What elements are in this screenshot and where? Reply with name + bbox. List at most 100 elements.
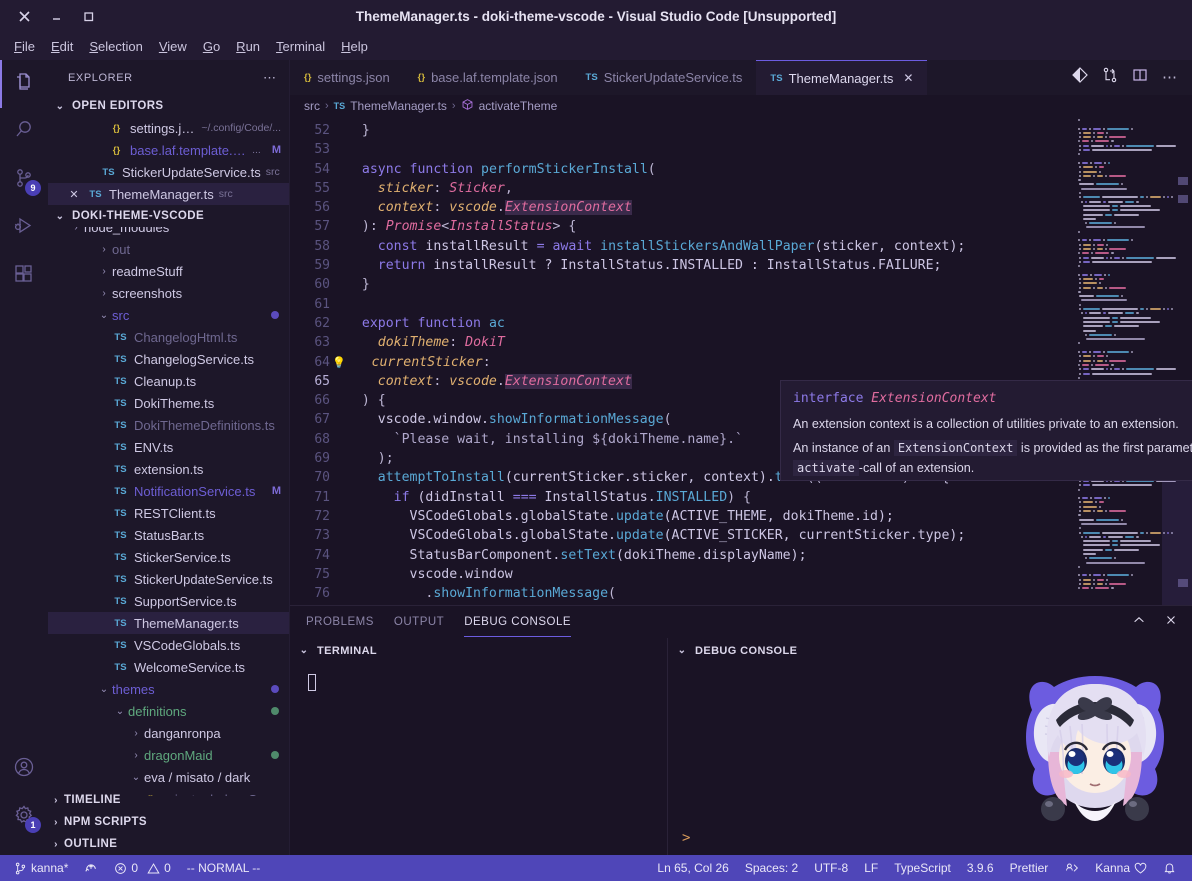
file-notificationservice-ts[interactable]: TS NotificationService.ts M bbox=[48, 480, 289, 502]
status-language-mode[interactable]: TypeScript bbox=[886, 855, 959, 881]
close-icon[interactable]: ✕ bbox=[903, 71, 913, 85]
menu-file[interactable]: File bbox=[7, 36, 42, 57]
file-restclient-ts[interactable]: TS RESTClient.ts bbox=[48, 502, 289, 524]
minimap[interactable] bbox=[1070, 117, 1192, 605]
tab-thememanager-ts[interactable]: TS ThemeManager.ts ✕ bbox=[756, 60, 927, 95]
status-git-branch[interactable]: kanna* bbox=[6, 855, 76, 881]
folder-themes[interactable]: ⌄ themes bbox=[48, 678, 289, 700]
folder-src[interactable]: ⌄ src bbox=[48, 304, 289, 326]
breadcrumb-src[interactable]: src bbox=[304, 99, 320, 113]
file-cleanup-ts[interactable]: TS Cleanup.ts bbox=[48, 370, 289, 392]
minimize-window-button[interactable] bbox=[40, 3, 72, 31]
diff-icon[interactable] bbox=[1072, 67, 1088, 88]
file-vscodeglobals-ts[interactable]: TS VSCodeGlobals.ts bbox=[48, 634, 289, 656]
tab-label: settings.json bbox=[317, 70, 389, 85]
code-line: 53 bbox=[290, 140, 965, 159]
section-outline[interactable]: › OUTLINE bbox=[48, 833, 290, 855]
file-dokithemedefinitions-ts[interactable]: TS DokiThemeDefinitions.ts bbox=[48, 414, 289, 436]
section-project-root[interactable]: ⌄ DOKI-THEME-VSCODE bbox=[48, 205, 289, 227]
section-npm-scripts[interactable]: › NPM SCRIPTS bbox=[48, 811, 290, 833]
tab-settings-json[interactable]: {} settings.json bbox=[290, 60, 404, 95]
status-ts-version[interactable]: 3.9.6 bbox=[959, 855, 1002, 881]
close-window-button[interactable] bbox=[8, 3, 40, 31]
menu-go[interactable]: Go bbox=[196, 36, 227, 57]
breadcrumb-file[interactable]: ThemeManager.ts bbox=[350, 99, 447, 113]
open-editor-base-laf-template-json[interactable]: {} base.laf.template.json ... M bbox=[48, 139, 289, 161]
code-line-text: VSCodeGlobals.globalState.update(ACTIVE_… bbox=[346, 507, 894, 526]
sidebar-more-icon[interactable]: ⋯ bbox=[263, 70, 277, 86]
open-editor-stickerupdateservice-ts[interactable]: TS StickerUpdateService.ts src bbox=[48, 161, 289, 183]
open-editor-thememanager-ts[interactable]: ✕ TS ThemeManager.ts src bbox=[48, 183, 289, 205]
status-cursor-position[interactable]: Ln 65, Col 26 bbox=[649, 855, 736, 881]
activity-settings[interactable]: 1 bbox=[0, 793, 48, 841]
debug-console-header[interactable]: ⌄ DEBUG CONSOLE bbox=[668, 638, 1192, 663]
folder-danganronpa[interactable]: › danganronpa bbox=[48, 722, 289, 744]
minimap-line bbox=[1076, 312, 1184, 315]
lightbulb-icon[interactable]: 💡 bbox=[332, 356, 346, 369]
split-git-icon[interactable] bbox=[1102, 67, 1118, 88]
tab-output[interactable]: OUTPUT bbox=[394, 609, 444, 635]
close-icon[interactable] bbox=[1164, 613, 1178, 632]
file-stickerservice-ts[interactable]: TS StickerService.ts bbox=[48, 546, 289, 568]
breadcrumb-symbol[interactable]: activateTheme bbox=[479, 99, 558, 113]
file-extension-ts[interactable]: TS extension.ts bbox=[48, 458, 289, 480]
activity-extensions[interactable] bbox=[0, 252, 48, 300]
code-token: ( bbox=[664, 412, 672, 427]
menu-view[interactable]: View bbox=[152, 36, 194, 57]
debug-console-prompt[interactable]: > bbox=[682, 830, 690, 846]
menu-edit[interactable]: Edit bbox=[44, 36, 80, 57]
folder-dragonmaid[interactable]: › dragonMaid bbox=[48, 744, 289, 766]
close-icon[interactable]: ✕ bbox=[66, 188, 82, 201]
more-actions-icon[interactable]: ⋯ bbox=[1162, 73, 1178, 83]
file-stickerupdateservice-ts[interactable]: TS StickerUpdateService.ts bbox=[48, 568, 289, 590]
status-sync[interactable] bbox=[76, 855, 106, 881]
file-dokitheme-ts[interactable]: TS DokiTheme.ts bbox=[48, 392, 289, 414]
folder-readmestuff[interactable]: › readmeStuff bbox=[48, 260, 289, 282]
tab-problems[interactable]: PROBLEMS bbox=[306, 609, 374, 635]
file-statusbar-ts[interactable]: TS StatusBar.ts bbox=[48, 524, 289, 546]
section-open-editors[interactable]: ⌄ OPEN EDITORS bbox=[48, 95, 289, 117]
folder-screenshots[interactable]: › screenshots bbox=[48, 282, 289, 304]
tab-debug-console[interactable]: DEBUG CONSOLE bbox=[464, 609, 571, 635]
file-changeloghtml-ts[interactable]: TS ChangelogHtml.ts bbox=[48, 326, 289, 348]
status-warning-count: 0 bbox=[164, 861, 171, 875]
line-number: 54 bbox=[290, 160, 346, 179]
activity-source-control[interactable]: 9 bbox=[0, 156, 48, 204]
status-problems[interactable]: 0 0 bbox=[106, 855, 178, 881]
chevron-up-icon[interactable] bbox=[1132, 613, 1146, 632]
code-editor[interactable]: 52 }5354 async function performStickerIn… bbox=[290, 117, 1192, 605]
status-encoding[interactable]: UTF-8 bbox=[806, 855, 856, 881]
file-env-ts[interactable]: TS ENV.ts bbox=[48, 436, 289, 458]
status-eol[interactable]: LF bbox=[856, 855, 886, 881]
file-supportservice-ts[interactable]: TS SupportService.ts bbox=[48, 590, 289, 612]
status-indentation[interactable]: Spaces: 2 bbox=[737, 855, 806, 881]
file-thememanager-ts[interactable]: TS ThemeManager.ts bbox=[48, 612, 289, 634]
menu-run[interactable]: Run bbox=[229, 36, 267, 57]
minimap-line bbox=[1076, 282, 1184, 285]
open-editor-settings-json[interactable]: {} settings.json ~/.config/Code/... bbox=[48, 117, 289, 139]
activity-run-debug[interactable] bbox=[0, 204, 48, 252]
terminal-pane[interactable]: ⌄ TERMINAL bbox=[290, 638, 668, 856]
activity-search[interactable] bbox=[0, 108, 48, 156]
maximize-window-button[interactable] bbox=[72, 3, 104, 31]
folder-definitions[interactable]: ⌄ definitions bbox=[48, 700, 289, 722]
folder-eva-misato-dark[interactable]: ⌄ eva / misato / dark bbox=[48, 766, 289, 788]
terminal-header[interactable]: ⌄ TERMINAL bbox=[290, 638, 667, 663]
status-theme[interactable]: Kanna bbox=[1087, 855, 1155, 881]
split-editor-icon[interactable] bbox=[1132, 67, 1148, 88]
file-name: RESTClient.ts bbox=[134, 506, 216, 521]
tab-stickerupdateservice-ts[interactable]: TS StickerUpdateService.ts bbox=[572, 60, 757, 95]
menu-help[interactable]: Help bbox=[334, 36, 375, 57]
tab-base-laf-template-json[interactable]: {} base.laf.template.json bbox=[404, 60, 572, 95]
section-timeline[interactable]: › TIMELINE bbox=[48, 789, 290, 811]
file-welcomeservice-ts[interactable]: TS WelcomeService.ts bbox=[48, 656, 289, 678]
file-changelogservice-ts[interactable]: TS ChangelogService.ts bbox=[48, 348, 289, 370]
folder-out[interactable]: › out bbox=[48, 238, 289, 260]
activity-accounts[interactable] bbox=[0, 745, 48, 793]
menu-selection[interactable]: Selection bbox=[82, 36, 149, 57]
menu-terminal[interactable]: Terminal bbox=[269, 36, 332, 57]
activity-explorer[interactable] bbox=[0, 60, 48, 108]
status-formatter[interactable]: Prettier bbox=[1002, 855, 1057, 881]
status-notifications[interactable] bbox=[1155, 855, 1184, 881]
status-remote[interactable] bbox=[1056, 855, 1087, 881]
